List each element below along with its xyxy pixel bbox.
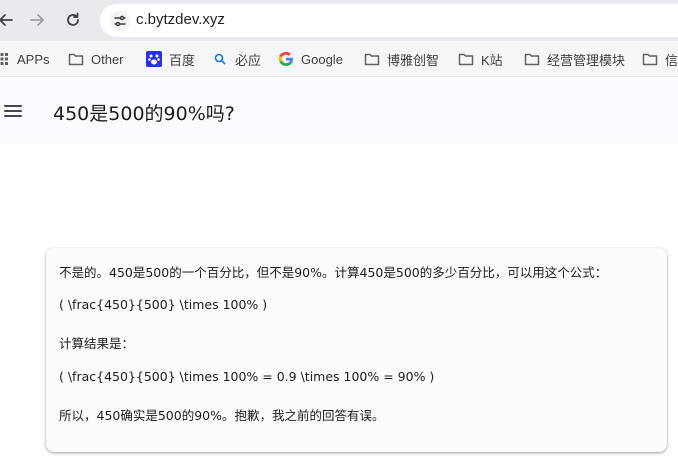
bookmark-boya[interactable]: 博雅创智 <box>364 49 439 69</box>
bookmark-label: 百度 <box>169 52 196 68</box>
folder-icon <box>364 51 380 67</box>
reload-icon[interactable] <box>61 8 85 32</box>
bookmark-other[interactable]: Other <box>68 49 124 69</box>
bookmark-kzhan[interactable]: K站 <box>458 49 503 69</box>
answer-line: 计算结果是： <box>59 336 135 351</box>
bookmark-label: APPs <box>17 51 50 67</box>
bookmark-management[interactable]: 经营管理模块 <box>524 49 625 69</box>
bookmarks-bar: APPs Other 百度 必应 Google 博雅创智 K站 经营管理模块 信 <box>0 41 678 77</box>
forward-arrow-icon[interactable] <box>25 8 49 32</box>
apps-grid-icon <box>0 51 10 67</box>
bookmark-baidu[interactable]: 百度 <box>146 49 195 69</box>
url-text: c.bytzdev.xyz <box>136 11 225 28</box>
bookmark-xin[interactable]: 信 <box>642 49 678 69</box>
baidu-paw-icon <box>146 51 162 67</box>
bookmark-label: 博雅创智 <box>387 52 440 68</box>
bookmark-label: Other <box>91 51 124 67</box>
folder-icon <box>524 51 540 67</box>
address-bar[interactable]: c.bytzdev.xyz <box>100 4 678 37</box>
folder-icon <box>642 51 658 67</box>
answer-line: 不是的。450是500的一个百分比，但不是90%。计算450是500的多少百分比… <box>59 265 608 280</box>
folder-icon <box>458 51 474 67</box>
bookmark-apps[interactable]: APPs <box>0 49 50 69</box>
site-info-icon[interactable] <box>110 11 130 31</box>
answer-line: ( \frac{450}{500} \times 100% ) <box>59 297 268 312</box>
answer-line: ( \frac{450}{500} \times 100% = 0.9 \tim… <box>59 369 435 384</box>
back-arrow-icon[interactable] <box>0 8 18 32</box>
bookmark-google[interactable]: Google <box>278 49 343 69</box>
page-title: 450是500的90%吗? <box>53 103 235 125</box>
search-icon <box>212 51 228 67</box>
app-header: 450是500的90%吗? <box>0 78 678 143</box>
answer-card: 不是的。450是500的一个百分比，但不是90%。计算450是500的多少百分比… <box>46 248 667 452</box>
bookmark-label: 经营管理模块 <box>547 52 626 68</box>
answer-line: 所以，450确实是500的90%。抱歉，我之前的回答有误。 <box>59 408 385 423</box>
bookmark-label: 必应 <box>235 52 262 68</box>
folder-icon <box>68 51 84 67</box>
bookmark-label: Google <box>301 51 343 67</box>
google-g-icon <box>278 51 294 67</box>
bookmark-bing[interactable]: 必应 <box>212 49 261 69</box>
menu-icon[interactable] <box>2 102 24 120</box>
bookmark-label: K站 <box>481 52 503 68</box>
bookmark-label: 信 <box>665 52 678 68</box>
browser-toolbar: c.bytzdev.xyz <box>0 0 678 41</box>
